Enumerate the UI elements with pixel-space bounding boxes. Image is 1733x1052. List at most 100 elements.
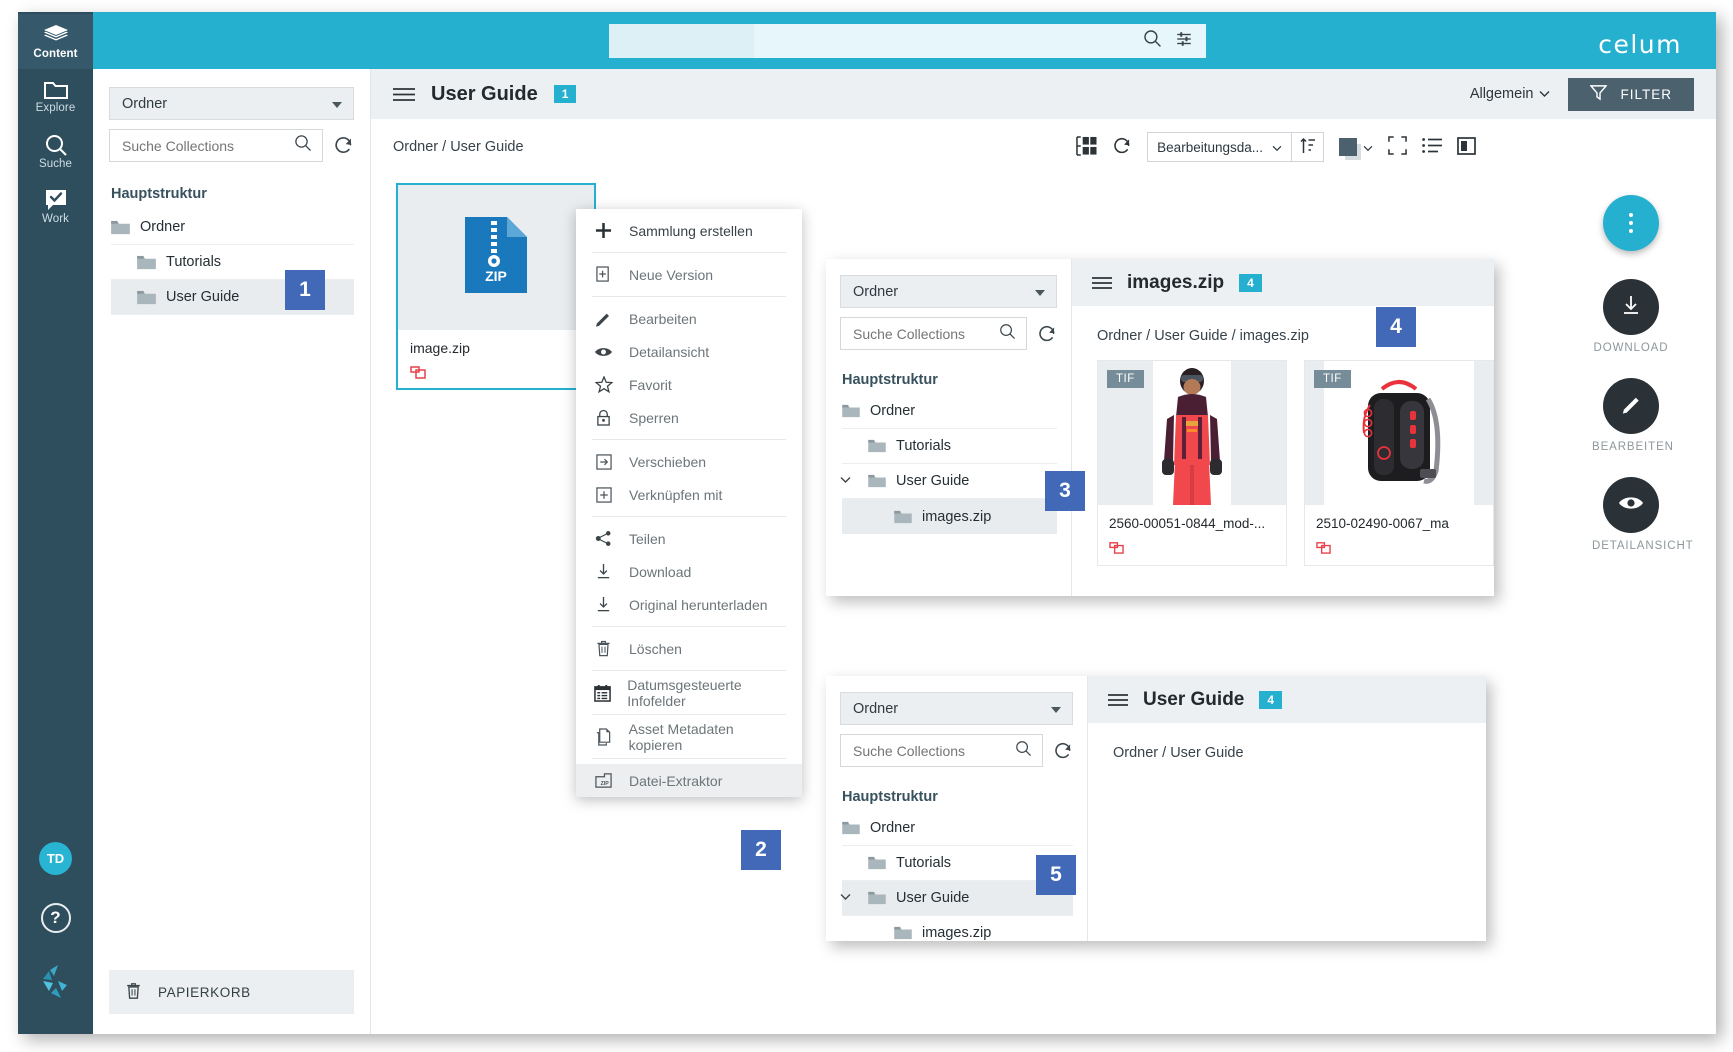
menu-item-label: Datumsgesteuerte Infofelder xyxy=(627,676,742,709)
rail-top-group: Content Explore Suche Work xyxy=(18,14,93,234)
panel-userguide-tree-item-images-zip[interactable]: images.zip xyxy=(842,916,1073,951)
rail-item-content[interactable]: Content xyxy=(18,14,93,69)
menu-item-loeschen[interactable]: Löschen xyxy=(576,632,802,665)
search-collections-input[interactable] xyxy=(122,137,294,154)
hamburger-icon[interactable] xyxy=(393,87,415,102)
rail-item-suche[interactable]: Suche xyxy=(18,124,93,179)
view-context-select[interactable]: Allgemein xyxy=(1470,86,1551,102)
search-collections-input[interactable] xyxy=(853,742,1015,759)
panel-images-scope-select[interactable]: Ordner xyxy=(840,275,1057,308)
broken-link-icon xyxy=(1098,531,1286,565)
menu-item-teilen[interactable]: Teilen xyxy=(576,522,802,555)
asset-card-image-zip[interactable]: ZIP image.zip xyxy=(396,183,596,390)
chevron-down-icon xyxy=(1272,140,1282,155)
asset-context-menu: Sammlung erstellen Neue Version Bearbeit… xyxy=(576,209,802,797)
list-view-icon[interactable] xyxy=(1422,137,1442,157)
collection-search-row xyxy=(109,129,354,162)
chevron-down-icon[interactable] xyxy=(840,475,851,487)
thumbnail-grid-icon[interactable] xyxy=(1076,135,1097,159)
menu-item-verschieben[interactable]: Verschieben xyxy=(576,445,802,478)
menu-item-datumsgesteuerte-infofelder[interactable]: Datumsgesteuerte Infofelder xyxy=(576,676,802,709)
panel-userguide-tree-item-ordner[interactable]: Ordner xyxy=(842,811,1073,846)
page-title: User Guide xyxy=(431,82,538,105)
sliders-icon[interactable] xyxy=(1175,30,1193,53)
menu-divider xyxy=(592,714,786,715)
collection-scope-select[interactable]: Ordner xyxy=(109,87,354,120)
panel-images-breadcrumb: Ordner / User Guide / images.zip xyxy=(1097,328,1309,344)
global-search[interactable] xyxy=(609,24,1206,58)
copy-file-icon xyxy=(594,727,613,746)
menu-item-sammlung-erstellen[interactable]: Sammlung erstellen xyxy=(576,214,802,247)
panel-images-tree-item-tutorials[interactable]: Tutorials xyxy=(842,429,1057,464)
asset-tile[interactable]: TIF xyxy=(1304,360,1494,566)
refresh-icon[interactable] xyxy=(1112,136,1132,159)
step-badge-2: 2 xyxy=(741,830,781,870)
folder-icon xyxy=(868,856,886,870)
menu-item-asset-metadaten-kopieren[interactable]: Asset Metadaten kopieren xyxy=(576,720,802,753)
menu-item-favorit[interactable]: Favorit xyxy=(576,368,802,401)
menu-item-detailansicht[interactable]: Detailansicht xyxy=(576,335,802,368)
fab-column: DOWNLOAD BEARBEITEN DETAILANSICHT xyxy=(1592,195,1693,576)
menu-item-verknuepfen-mit[interactable]: Verknüpfen mit xyxy=(576,478,802,511)
filter-button[interactable]: FILTER xyxy=(1568,77,1694,111)
panel-images-tree-item-user-guide[interactable]: User Guide xyxy=(840,464,1057,499)
refresh-icon[interactable] xyxy=(1053,741,1073,761)
menu-item-original-herunterladen[interactable]: Original herunterladen xyxy=(576,588,802,621)
panel-images-title: images.zip xyxy=(1127,271,1225,293)
menu-item-sperren[interactable]: Sperren xyxy=(576,401,802,434)
panel-images-tree-item-images-zip[interactable]: images.zip xyxy=(842,499,1057,534)
more-actions-fab[interactable] xyxy=(1603,195,1659,251)
sort-direction-button[interactable] xyxy=(1292,132,1324,162)
search-collections-input[interactable] xyxy=(853,325,999,342)
layers-icon xyxy=(43,23,69,47)
funnel-icon xyxy=(1589,84,1609,104)
fullscreen-icon[interactable] xyxy=(1388,136,1407,158)
search-icon[interactable] xyxy=(999,323,1016,345)
search-icon[interactable] xyxy=(294,134,312,157)
folder-icon xyxy=(842,404,860,418)
panel-images-scope-value: Ordner xyxy=(853,283,899,300)
panel-images-search-field[interactable] xyxy=(840,317,1027,350)
search-fill-decoration xyxy=(609,24,754,58)
papierkorb-button[interactable]: PAPIERKORB xyxy=(109,970,354,1014)
panel-userguide-scope-select[interactable]: Ordner xyxy=(840,692,1073,725)
menu-item-bearbeiten[interactable]: Bearbeiten xyxy=(576,302,802,335)
sort-field-select[interactable]: Bearbeitungsda... xyxy=(1147,132,1292,162)
menu-divider xyxy=(592,516,786,517)
edit-fab[interactable] xyxy=(1603,378,1659,434)
hamburger-icon[interactable] xyxy=(1108,693,1128,707)
asset-tile[interactable]: TIF xyxy=(1097,360,1287,566)
detail-view-fab[interactable] xyxy=(1603,477,1659,533)
step-badge-1: 1 xyxy=(285,270,325,310)
chevron-down-icon[interactable] xyxy=(840,892,851,904)
collections-sidebar: Ordner Hauptstruktur xyxy=(93,69,374,1034)
panel-images-asset-grid: TIF 2560-00051-0844_mod-... TIF 2510-024… xyxy=(1072,344,1494,566)
collection-search-field[interactable] xyxy=(109,129,323,162)
hamburger-icon[interactable] xyxy=(1092,276,1112,290)
menu-item-label: Sperren xyxy=(629,409,679,426)
folder-icon xyxy=(137,290,156,305)
menu-item-neue-version[interactable]: Neue Version xyxy=(576,258,802,291)
sidebar-tree-item-ordner[interactable]: Ordner xyxy=(111,210,354,245)
search-icon[interactable] xyxy=(1143,29,1162,53)
toolbar-controls: Bearbeitungsda... xyxy=(1076,119,1476,175)
refresh-icon[interactable] xyxy=(333,135,354,156)
avatar[interactable]: TD xyxy=(39,842,72,875)
rail-item-work[interactable]: Work xyxy=(18,179,93,234)
rail-item-explore[interactable]: Explore xyxy=(18,69,93,124)
panel-images-tree-item-ordner[interactable]: Ordner xyxy=(842,394,1057,429)
download-fab[interactable] xyxy=(1603,279,1659,335)
menu-divider xyxy=(592,296,786,297)
calendar-icon xyxy=(594,684,611,702)
help-icon[interactable]: ? xyxy=(40,903,71,933)
panel-userguide-search-field[interactable] xyxy=(840,734,1043,767)
menu-item-datei-extraktor[interactable]: ZIP Datei-Extraktor xyxy=(576,764,802,797)
search-icon[interactable] xyxy=(1015,740,1032,762)
refresh-icon[interactable] xyxy=(1037,324,1057,344)
celum-logo: celum xyxy=(1598,30,1682,59)
color-swatch-select[interactable] xyxy=(1339,138,1373,156)
menu-item-download[interactable]: Download xyxy=(576,555,802,588)
file-plus-icon xyxy=(594,266,613,283)
split-view-icon[interactable] xyxy=(1457,136,1476,158)
rail-label-suche: Suche xyxy=(38,158,73,170)
